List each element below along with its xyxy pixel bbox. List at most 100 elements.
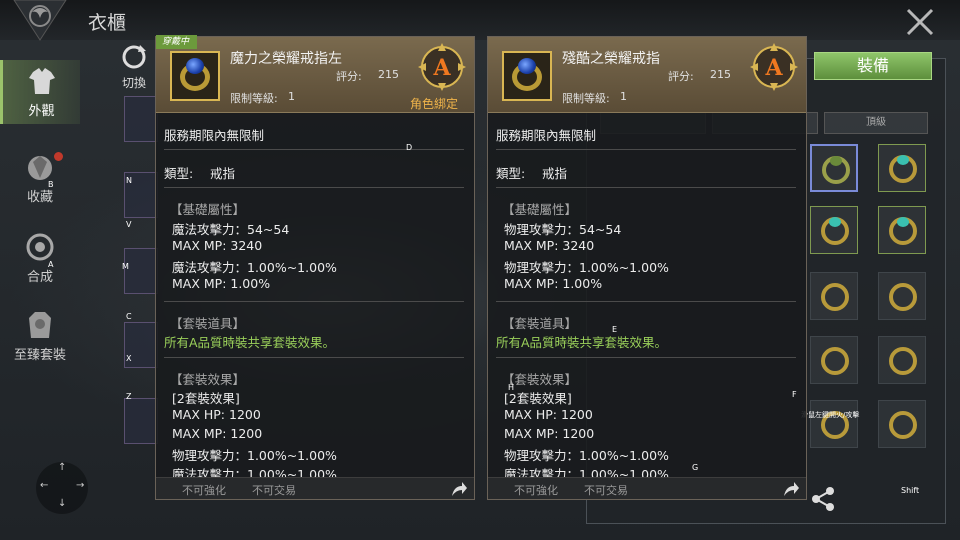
item-name: 殘酷之榮耀戒指 bbox=[562, 51, 660, 67]
hotkey-v: V bbox=[126, 220, 132, 229]
base-stats-title: 【基礎屬性】 bbox=[502, 202, 578, 217]
base-stat: MAX MP: 3240 bbox=[504, 238, 595, 253]
inventory-item[interactable] bbox=[810, 206, 858, 254]
inventory-item[interactable] bbox=[810, 144, 858, 192]
grade-a-badge-icon: A bbox=[750, 43, 798, 91]
tooltip-body: 服務期限內無限制 類型: 戒指 【基礎屬性】 魔法攻擊力：54~54 MAX M… bbox=[164, 121, 468, 477]
refresh-icon bbox=[122, 45, 146, 69]
nav-item-premium-set[interactable]: 至臻套裝 bbox=[0, 304, 80, 368]
grade-letter: A bbox=[764, 55, 783, 81]
divider bbox=[496, 187, 796, 188]
type-value: 戒指 bbox=[542, 166, 568, 181]
arrow-down-icon: ↓ bbox=[58, 498, 67, 509]
grade-a-badge-icon: A bbox=[418, 43, 466, 91]
set-effect: MAX MP: 1200 bbox=[504, 426, 595, 441]
hotkey-d: D bbox=[406, 143, 413, 152]
set-effect: 物理攻擊力：1.00%~1.00% bbox=[172, 448, 337, 463]
set-effect: MAX HP: 1200 bbox=[172, 407, 261, 422]
nav-label-appearance: 外觀 bbox=[28, 104, 55, 119]
no-trade-label: 不可交易 bbox=[252, 484, 296, 497]
inventory-item[interactable] bbox=[878, 400, 926, 448]
inventory-item[interactable] bbox=[810, 336, 858, 384]
switch-button[interactable]: 切換 bbox=[116, 44, 152, 90]
hotkey-collection: B bbox=[48, 180, 54, 189]
equipment-slot[interactable] bbox=[124, 398, 158, 444]
set-effect: MAX HP: 1200 bbox=[504, 407, 593, 422]
level-label: 限制等級: bbox=[230, 92, 278, 105]
collection-icon bbox=[28, 156, 52, 180]
set-effect: MAX MP: 1200 bbox=[172, 426, 263, 441]
equipment-slot[interactable] bbox=[124, 96, 158, 142]
hotkey-x: X bbox=[126, 354, 132, 363]
hotkey-c: C bbox=[126, 312, 132, 321]
ring-icon bbox=[170, 51, 220, 101]
inventory-item[interactable] bbox=[878, 272, 926, 320]
equip-button[interactable]: 裝備 bbox=[814, 52, 932, 80]
tooltip-header: 殘酷之榮耀戒指 評分: 215 限制等級: 1 A bbox=[488, 37, 806, 113]
base-stat: 物理攻擊力：54~54 bbox=[504, 222, 622, 237]
type-label: 類型: bbox=[496, 166, 526, 181]
divider bbox=[164, 301, 464, 302]
page-title: 衣櫃 bbox=[88, 12, 127, 34]
equipment-slot[interactable] bbox=[124, 248, 158, 294]
duration-text: 服務期限內無限制 bbox=[496, 128, 597, 143]
divider bbox=[164, 149, 464, 150]
arrow-left-icon: ← bbox=[40, 480, 49, 491]
score-value: 215 bbox=[710, 68, 731, 81]
divider bbox=[496, 149, 796, 150]
switch-label: 切換 bbox=[121, 76, 146, 90]
no-enhance-label: 不可強化 bbox=[514, 484, 558, 497]
tooltip-footer: 不可強化 不可交易 bbox=[156, 477, 474, 499]
inventory-item[interactable] bbox=[810, 272, 858, 320]
share-arrow-icon[interactable] bbox=[450, 480, 468, 498]
nav-label-collection: 收藏 bbox=[26, 190, 53, 205]
nav-item-synthesis[interactable]: 合成 A bbox=[0, 226, 80, 290]
ring-icon bbox=[502, 51, 552, 101]
outfit-icon bbox=[28, 68, 55, 94]
base-stat: 魔法攻擊力：1.00%~1.00% bbox=[172, 260, 337, 275]
score-label: 評分: bbox=[668, 70, 694, 83]
level-value: 1 bbox=[288, 90, 295, 103]
nav-item-collection[interactable]: 收藏 B bbox=[0, 146, 80, 210]
item-name: 魔力之榮耀戒指左 bbox=[230, 51, 342, 67]
hotkey-f: F bbox=[792, 390, 797, 399]
nav-label-synthesis: 合成 bbox=[26, 270, 53, 285]
set-item-text: 所有A品質時裝共享套裝效果。 bbox=[496, 335, 668, 350]
inventory-tab-top[interactable]: 頂級 bbox=[824, 112, 928, 134]
divider bbox=[164, 357, 464, 358]
hotkey-g: G bbox=[692, 463, 699, 472]
tooltip-body: 服務期限內無限制 類型: 戒指 【基礎屬性】 物理攻擊力：54~54 MAX M… bbox=[496, 121, 800, 477]
close-icon[interactable] bbox=[902, 4, 938, 40]
hotkey-z: Z bbox=[126, 392, 132, 401]
type-value: 戒指 bbox=[210, 166, 236, 181]
inventory-item[interactable] bbox=[878, 144, 926, 192]
inventory-item[interactable] bbox=[810, 400, 858, 448]
wearing-badge: 穿戴中 bbox=[156, 35, 198, 49]
score-label: 評分: bbox=[336, 70, 362, 83]
nav-item-appearance[interactable]: 外觀 bbox=[0, 60, 80, 124]
top-bar: 衣櫃 bbox=[0, 0, 960, 41]
base-stat: MAX MP: 1.00% bbox=[504, 276, 603, 291]
hotkey-h: H bbox=[508, 383, 515, 392]
base-stat: MAX MP: 1.00% bbox=[172, 276, 271, 291]
base-stat: 魔法攻擊力：54~54 bbox=[172, 222, 290, 237]
item-tooltip-equipped: 魔力之榮耀戒指左 評分: 215 限制等級: 1 角色綁定 A 穿戴中 服務期限… bbox=[155, 35, 475, 500]
synthesis-icon bbox=[26, 233, 54, 261]
hotkey-n: N bbox=[126, 176, 132, 185]
base-stat: 物理攻擊力：1.00%~1.00% bbox=[504, 260, 669, 275]
bound-label: 角色綁定 bbox=[410, 97, 459, 111]
dragon-logo-icon bbox=[13, 0, 67, 41]
set-effect: [2套裝效果] bbox=[504, 391, 572, 406]
inventory-item[interactable] bbox=[878, 206, 926, 254]
set-item-text: 所有A品質時裝共享套裝效果。 bbox=[164, 335, 336, 350]
direction-pad[interactable]: ↑ ↓ ← → bbox=[36, 462, 88, 514]
network-icon[interactable] bbox=[808, 486, 838, 512]
tooltip-header: 魔力之榮耀戒指左 評分: 215 限制等級: 1 角色綁定 A bbox=[156, 37, 474, 113]
duration-text: 服務期限內無限制 bbox=[164, 128, 265, 143]
inventory-item[interactable] bbox=[878, 336, 926, 384]
set-effect-title: 【套裝效果】 bbox=[170, 372, 246, 387]
set-effect: 魔法攻擊力：1.00%~1.00% bbox=[504, 467, 669, 477]
share-arrow-icon[interactable] bbox=[782, 480, 800, 498]
divider bbox=[164, 187, 464, 188]
set-item-title: 【套裝道具】 bbox=[502, 316, 578, 331]
